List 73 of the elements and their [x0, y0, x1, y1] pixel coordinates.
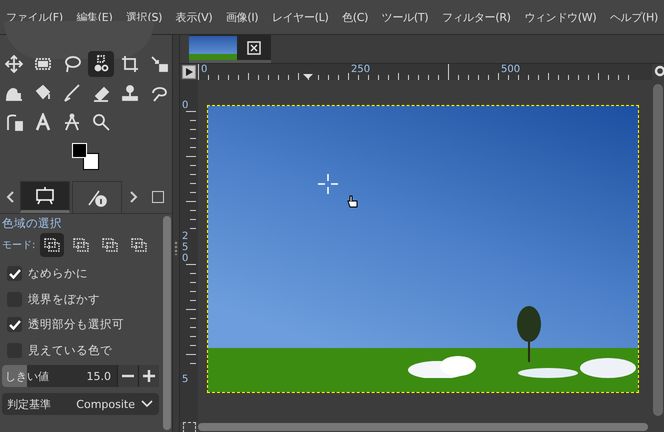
ruler-label: 0: [181, 100, 188, 111]
crosshair-icon: [318, 174, 338, 194]
zoom-icon: [92, 113, 110, 131]
ruler-label: 250: [181, 231, 190, 264]
tool-button[interactable]: [88, 51, 114, 77]
checkbox-label: 境界をぼかす: [28, 292, 100, 307]
ruler-label: 5: [181, 374, 190, 385]
eraser-icon: [92, 84, 110, 102]
checkbox-label: 見えている色で: [28, 342, 112, 358]
panel-title: 色域の選択: [2, 216, 63, 231]
compass-icon: [63, 113, 81, 131]
dock-menu-icon[interactable]: [152, 191, 164, 203]
scrollbar[interactable]: [653, 84, 663, 416]
smudge-icon: [150, 84, 168, 102]
check-icon: [8, 268, 20, 279]
move-icon: [5, 55, 23, 73]
menu-item[interactable]: フィルター(R): [442, 10, 511, 24]
panel-tab[interactable]: [20, 181, 70, 213]
color-swatch-icon[interactable]: [72, 143, 102, 173]
play-menu-icon[interactable]: [182, 65, 196, 79]
selection-mode-icon: [73, 238, 90, 252]
selection-mode-icon: [102, 238, 118, 252]
chevron-right-icon[interactable]: [130, 191, 138, 203]
menu-item[interactable]: ツール(T): [382, 10, 428, 24]
crop-icon: [121, 55, 139, 73]
resize-icon: [150, 55, 168, 73]
minus-button[interactable]: [117, 365, 138, 387]
mode-label: モード:: [2, 239, 36, 252]
play-icon: [184, 67, 194, 77]
paint-bucket-icon: [34, 84, 52, 102]
close-icon[interactable]: [247, 40, 261, 54]
selection-mode-icon: [131, 238, 148, 252]
check-icon: [8, 320, 20, 330]
selection-icon: [92, 55, 110, 73]
checkbox[interactable]: [7, 317, 22, 332]
menu-item[interactable]: ヘルプ(H): [610, 10, 658, 24]
path-icon: [5, 113, 23, 131]
menu-item[interactable]: レイヤー(L): [272, 10, 328, 24]
stamp-icon: [121, 84, 139, 102]
menu-item[interactable]: 表示(V): [176, 10, 212, 24]
hand-cursor-icon: [346, 194, 360, 208]
lasso-icon: [63, 55, 81, 73]
pointer-marker-icon: [303, 74, 313, 80]
easel-icon: [35, 187, 55, 205]
menu-item[interactable]: 色(C): [342, 10, 368, 24]
panel-tab[interactable]: [72, 181, 122, 213]
criterion-dropdown[interactable]: 判定基準 Composite: [2, 393, 159, 415]
checkbox-label: 透明部分も選択可: [28, 317, 124, 332]
ruler-label: 250: [351, 64, 371, 75]
chevron-left-icon[interactable]: [6, 191, 14, 203]
slider-label: しきい値: [4, 368, 50, 384]
rectangle-select-icon: [34, 55, 52, 73]
image-tab[interactable]: [189, 35, 271, 63]
mode-button[interactable]: [40, 233, 64, 257]
menu-item[interactable]: ウィンドウ(W): [524, 10, 596, 24]
plus-button[interactable]: [138, 365, 159, 387]
threshold-slider[interactable]: しきい値 15.0: [2, 365, 159, 387]
scrollbar[interactable]: [163, 216, 171, 430]
checkbox-label: なめらかに: [28, 266, 88, 282]
brush-icon: [63, 84, 81, 102]
pen-info-icon: [87, 188, 107, 206]
scrollbar[interactable]: [198, 423, 648, 431]
ruler-label: 500: [501, 64, 521, 75]
ruler-label: 0: [201, 64, 208, 75]
quick-mask-icon[interactable]: [183, 422, 196, 432]
chevron-down-icon: [141, 400, 153, 408]
drag-handle-icon[interactable]: [174, 241, 178, 255]
selection-mode-icon: [44, 238, 60, 252]
checkbox[interactable]: [7, 266, 22, 282]
plus-icon: [142, 369, 156, 383]
text-icon: [34, 113, 52, 131]
menu-item[interactable]: 画像(I): [226, 10, 258, 24]
slider-value: 15.0: [86, 370, 112, 382]
